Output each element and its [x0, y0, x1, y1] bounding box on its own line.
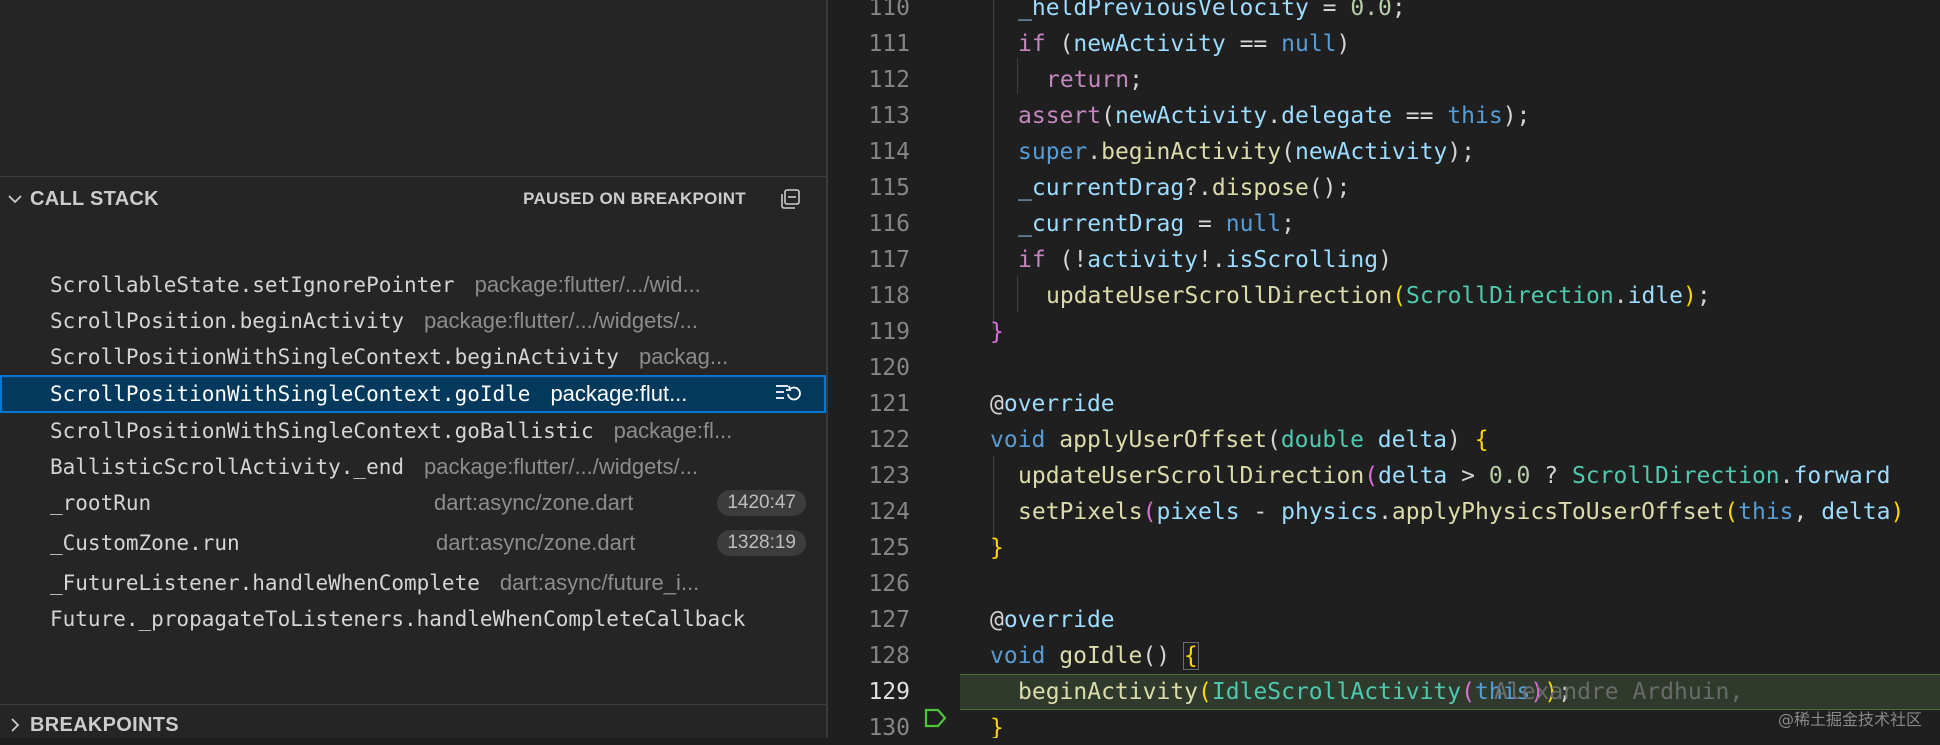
line-number: 126 [868, 571, 910, 597]
stack-frame[interactable]: _FutureListener.handleWhenComplete dart:… [0, 565, 826, 601]
code-line: 128 void goIdle() { [828, 638, 1940, 674]
code-line: 123 updateUserScrollDirection(delta > 0.… [828, 458, 1940, 494]
line-number: 113 [868, 103, 910, 129]
line-number: 130 [868, 715, 910, 738]
current-execution-line: 129 beginActivity(IdleScrollActivity(thi… [828, 674, 1940, 728]
stack-frame[interactable]: Future._propagateToListeners.handleWhenC… [0, 601, 826, 637]
line-number: 127 [868, 607, 910, 633]
line-number: 111 [868, 31, 910, 57]
code-line: 114 super.beginActivity(newActivity); [828, 134, 1940, 170]
stack-frame[interactable]: BallisticScrollActivity._end package:flu… [0, 449, 826, 485]
line-number: 119 [868, 319, 910, 345]
paused-status: PAUSED ON BREAKPOINT [523, 189, 746, 208]
code-editor[interactable]: 110 _heldPreviousVelocity = 0.0; 111 if … [828, 0, 1940, 738]
line-number: 110 [868, 0, 910, 21]
frame-name: ScrollableState.setIgnorePointer [50, 273, 455, 297]
line-number: 122 [868, 427, 910, 453]
code-line: 127 @override [828, 602, 1940, 638]
line-number: 128 [868, 643, 910, 669]
code-line: 119 } [828, 314, 1940, 350]
code-line: 120 [828, 350, 1940, 386]
stack-frame[interactable]: ScrollPositionWithSingleContext.beginAct… [0, 339, 826, 375]
frame-name: BallisticScrollActivity._end [50, 455, 405, 479]
frame-name: ScrollPosition.beginActivity [50, 309, 405, 333]
code-line: 110 _heldPreviousVelocity = 0.0; [828, 0, 1940, 26]
code-line: 124 setPixels(pixels - physics.applyPhys… [828, 494, 1940, 530]
frame-source: dart:async/zone.dart [436, 530, 636, 555]
stack-frame[interactable]: _CustomZone.run dart:async/zone.dart 132… [0, 521, 826, 565]
frame-line-badge: 1420:47 [717, 490, 806, 516]
frame-name: _FutureListener.handleWhenComplete [50, 571, 480, 595]
code-line: 117 if (!activity!.isScrolling) [828, 242, 1940, 278]
git-blame-annotation: Alexandre Ardhuin, [1494, 679, 1744, 705]
chevron-down-icon[interactable] [0, 191, 30, 207]
call-stack-list: ScrollableState.setIgnorePointer package… [0, 267, 826, 637]
line-number: 117 [868, 247, 910, 273]
stack-frame[interactable]: ScrollableState.setIgnorePointer package… [0, 267, 826, 303]
restart-frame-icon[interactable] [774, 382, 801, 404]
breakpoints-title: BREAKPOINTS [30, 713, 179, 736]
frame-source: package:flut... [550, 381, 688, 406]
line-number: 120 [868, 355, 910, 381]
code-line: 122 void applyUserOffset(double delta) { [828, 422, 1940, 458]
line-number: 118 [868, 283, 910, 309]
frame-source: package:fl... [613, 418, 733, 443]
breakpoints-header[interactable]: BREAKPOINTS [0, 704, 826, 745]
code-line: 116 _currentDrag = null; [828, 206, 1940, 242]
code-line: 111 if (newActivity == null) [828, 26, 1940, 62]
line-number: 116 [868, 211, 910, 237]
code-line: 130 } [828, 710, 1940, 738]
call-stack-header[interactable]: CALL STACK PAUSED ON BREAKPOINT [0, 176, 826, 221]
code-line: 121 @override [828, 386, 1940, 422]
code-line: 125 } [828, 530, 1940, 566]
line-number: 114 [868, 139, 910, 165]
stack-frame[interactable]: ScrollPositionWithSingleContext.goBallis… [0, 413, 826, 449]
line-number: 125 [868, 535, 910, 561]
frame-name: ScrollPositionWithSingleContext.beginAct… [50, 345, 619, 369]
frame-name: _CustomZone.run [50, 531, 240, 555]
code-line: 112 return; [828, 62, 1940, 98]
collapse-all-icon[interactable] [776, 185, 804, 213]
line-number: 124 [868, 499, 910, 525]
frame-name: Future._propagateToListeners.handleWhenC… [50, 607, 746, 631]
frame-source: package:flutter/.../wid... [474, 272, 701, 297]
stack-frame[interactable]: ScrollPosition.beginActivity package:flu… [0, 303, 826, 339]
stack-frame-selected[interactable]: ScrollPositionWithSingleContext.goIdle p… [0, 375, 826, 413]
line-number: 115 [868, 175, 910, 201]
code-line: 115 _currentDrag?.dispose(); [828, 170, 1940, 206]
watermark: @稀土掘金技术社区 [1777, 710, 1922, 729]
code-line: 126 [828, 566, 1940, 602]
chevron-right-icon[interactable] [0, 717, 30, 733]
stack-frame[interactable]: _rootRun dart:async/zone.dart 1420:47 [0, 485, 826, 521]
frame-name: _rootRun [50, 491, 152, 515]
frame-source: packag... [638, 344, 729, 369]
code-line: 118 updateUserScrollDirection(ScrollDire… [828, 278, 1940, 314]
debug-sidebar: CALL STACK PAUSED ON BREAKPOINT Scrollab… [0, 0, 826, 738]
line-number: 129 [868, 679, 910, 705]
frame-name: ScrollPositionWithSingleContext.goIdle [50, 382, 531, 406]
frame-source: dart:async/future_i... [499, 570, 700, 595]
frame-line-badge: 1328:19 [717, 530, 806, 556]
frame-name: ScrollPositionWithSingleContext.goBallis… [50, 419, 594, 443]
line-number: 121 [868, 391, 910, 417]
call-stack-title: CALL STACK [30, 187, 159, 210]
frame-source: package:flutter/.../widgets/... [424, 308, 698, 333]
frame-source: package:flutter/.../widgets/... [424, 454, 698, 479]
code-line: 113 assert(newActivity.delegate == this)… [828, 98, 1940, 134]
frame-source: dart:async/zone.dart [434, 490, 634, 515]
line-number: 123 [868, 463, 910, 489]
line-number: 112 [868, 67, 910, 93]
